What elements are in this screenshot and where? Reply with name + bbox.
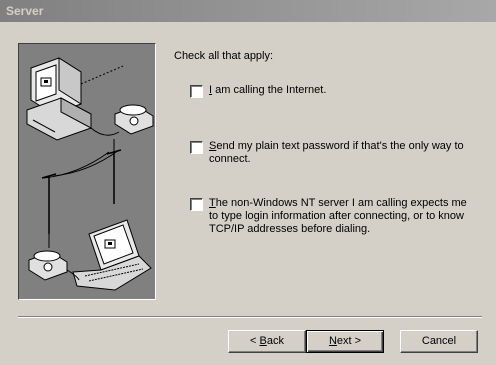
checkbox-plain-text-password[interactable] xyxy=(190,141,203,154)
checkbox-calling-internet[interactable] xyxy=(190,85,203,98)
option-plain-text-password[interactable]: Send my plain text password if that's th… xyxy=(190,140,479,166)
option-label-non-windows-server[interactable]: The non-Windows NT server I am calling e… xyxy=(209,197,479,236)
telephone-icon-bottom xyxy=(28,250,68,281)
option-calling-internet[interactable]: I am calling the Internet. xyxy=(190,84,479,98)
next-button[interactable]: Next > xyxy=(306,330,384,353)
desktop-computer-icon xyxy=(26,57,92,141)
window-title: Server xyxy=(6,4,44,18)
option-label-calling-internet[interactable]: I am calling the Internet. xyxy=(209,84,479,97)
separator-line xyxy=(18,316,482,318)
option-non-windows-server[interactable]: The non-Windows NT server I am calling e… xyxy=(190,197,479,236)
cancel-button[interactable]: Cancel xyxy=(400,330,478,353)
connection-illustration-icon xyxy=(18,43,156,300)
laptop-icon xyxy=(72,219,152,291)
back-button[interactable]: < Back xyxy=(228,330,306,353)
server-dialog-window: Server Check all that apply: I am callin… xyxy=(0,0,496,365)
checkbox-non-windows-server[interactable] xyxy=(190,198,203,211)
option-label-plain-text-password[interactable]: Send my plain text password if that's th… xyxy=(209,140,479,166)
title-bar: Server xyxy=(0,0,496,22)
instruction-text: Check all that apply: xyxy=(174,50,274,62)
telephone-icon-top xyxy=(114,104,154,135)
